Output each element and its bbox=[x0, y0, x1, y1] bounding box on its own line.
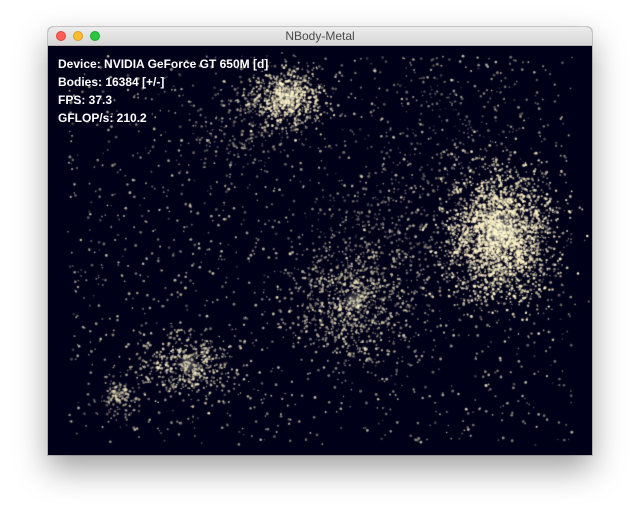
gflops-label: GFLOP/s: 210.2 bbox=[58, 111, 147, 125]
window-title: NBody-Metal bbox=[285, 29, 355, 43]
title-bar[interactable]: NBody-Metal bbox=[48, 27, 592, 46]
simulation-viewport[interactable]: Device: NVIDIA GeForce GT 650M [d] Bodie… bbox=[48, 46, 592, 455]
stats-overlay: Device: NVIDIA GeForce GT 650M [d] Bodie… bbox=[58, 55, 268, 127]
bodies-label: Bodies: 16384 [+/-] bbox=[58, 75, 165, 89]
device-label: Device: NVIDIA GeForce GT 650M [d] bbox=[58, 57, 269, 71]
fps-label: FPS: 37.3 bbox=[58, 93, 113, 107]
app-window: NBody-Metal Device: NVIDIA GeForce GT 65… bbox=[48, 27, 592, 455]
